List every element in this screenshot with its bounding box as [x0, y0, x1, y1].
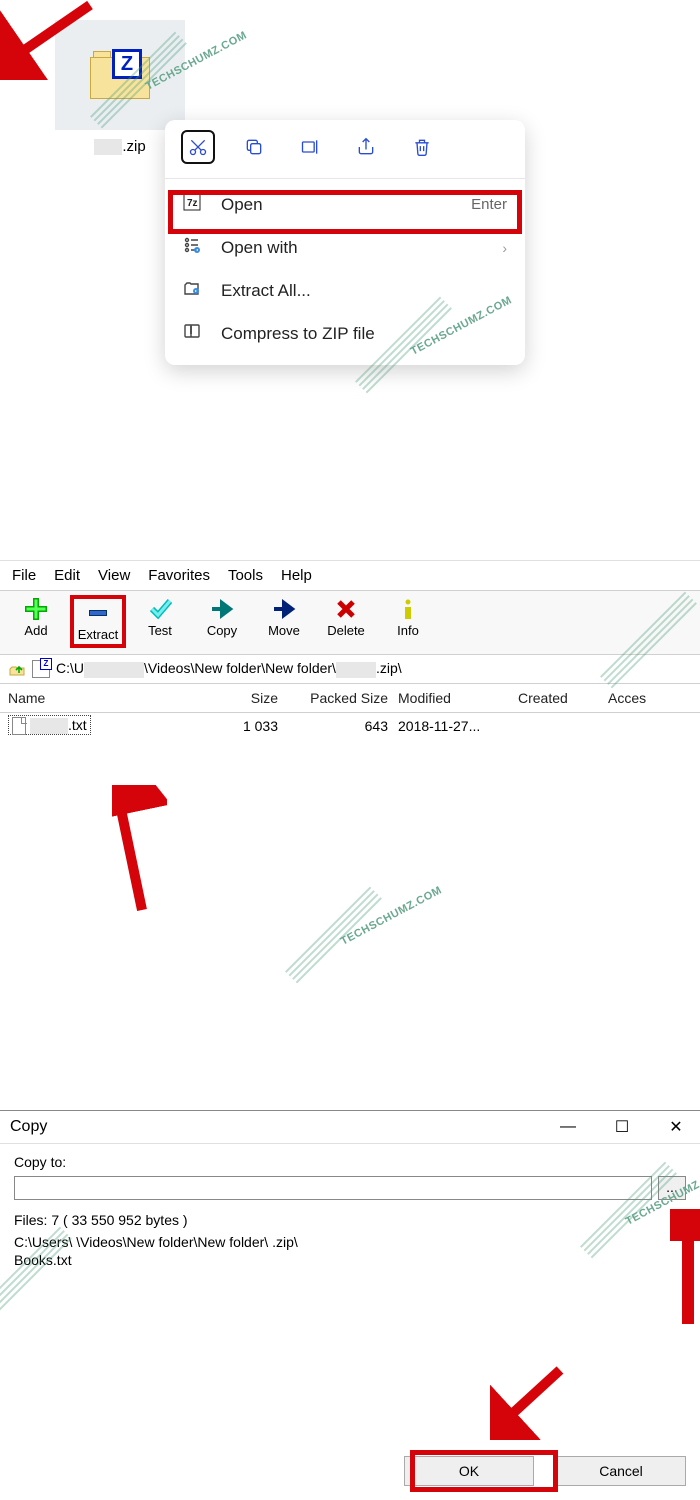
red-arrow	[112, 785, 167, 915]
info-icon	[396, 597, 420, 621]
toolbar-test[interactable]: Test	[132, 595, 188, 640]
menu-favorites[interactable]: Favorites	[148, 567, 210, 584]
file-line: Books.txt	[14, 1252, 686, 1268]
ok-button[interactable]: OK	[404, 1456, 534, 1486]
menubar: File Edit View Favorites Tools Help	[0, 561, 700, 590]
menu-item-open[interactable]: 7z Open Enter	[165, 183, 525, 226]
dialog-title: Copy	[10, 1118, 47, 1136]
cancel-button[interactable]: Cancel	[556, 1456, 686, 1486]
col-created[interactable]: Created	[518, 690, 608, 706]
files-info: Files: 7 ( 33 550 952 bytes )	[14, 1212, 686, 1228]
col-name[interactable]: Name	[8, 690, 188, 706]
compress-label: Compress to ZIP file	[221, 324, 375, 344]
copy-to-input[interactable]	[14, 1176, 652, 1200]
menu-item-extract-all[interactable]: Extract All...	[165, 269, 525, 312]
context-toolbar	[165, 120, 525, 174]
x-icon	[334, 597, 358, 621]
toolbar-extract[interactable]: Extract	[70, 595, 126, 648]
list-header: Name Size Packed Size Modified Created A…	[0, 684, 700, 713]
path-text[interactable]: C:\U\Videos\New folder\New folder\.zip\	[56, 660, 402, 677]
context-menu-section: Z .zip 7z Open Enter Open with › Extract	[0, 0, 700, 400]
close-button[interactable]: ✕	[662, 1117, 690, 1137]
7z-icon: 7z	[183, 193, 207, 216]
maximize-button[interactable]: ☐	[608, 1117, 636, 1137]
toolbar-move[interactable]: Move	[256, 595, 312, 640]
compress-icon	[183, 322, 207, 345]
arrow-right-dark-icon	[272, 597, 296, 621]
extract-all-label: Extract All...	[221, 281, 311, 301]
menu-help[interactable]: Help	[281, 567, 312, 584]
arrow-right-blue-icon	[210, 597, 234, 621]
up-folder-icon[interactable]	[8, 660, 26, 678]
check-icon	[148, 597, 172, 621]
red-arrow	[670, 1209, 700, 1329]
menu-edit[interactable]: Edit	[54, 567, 80, 584]
svg-text:7z: 7z	[187, 198, 198, 209]
copy-to-label: Copy to:	[14, 1154, 686, 1170]
toolbar-info[interactable]: Info	[380, 595, 436, 640]
menu-item-open-with[interactable]: Open with ›	[165, 226, 525, 269]
col-packed[interactable]: Packed Size	[288, 690, 398, 706]
toolbar-delete[interactable]: Delete	[318, 595, 374, 640]
red-arrow	[490, 1360, 570, 1440]
col-acces[interactable]: Acces	[608, 690, 692, 706]
open-shortcut: Enter	[471, 196, 507, 213]
copy-dialog: Copy — ☐ ✕ Copy to: ... Files: 7 ( 33 55…	[0, 1110, 700, 1500]
toolbar: Add Extract Test Copy Move Delete Info	[0, 591, 700, 655]
open-with-icon	[183, 236, 207, 259]
toolbar-copy[interactable]: Copy	[194, 595, 250, 640]
rename-icon[interactable]	[293, 130, 327, 164]
path-line: C:\Users\ \Videos\New folder\New folder\…	[14, 1234, 686, 1250]
share-icon[interactable]	[349, 130, 383, 164]
dialog-titlebar: Copy — ☐ ✕	[0, 1111, 700, 1144]
toolbar-add[interactable]: Add	[8, 595, 64, 640]
table-row[interactable]: .txt 1 033 643 2018-11-27...	[0, 713, 700, 739]
col-size[interactable]: Size	[188, 690, 288, 706]
cut-icon[interactable]	[181, 130, 215, 164]
archive-icon	[32, 660, 50, 678]
delete-icon[interactable]	[405, 130, 439, 164]
chevron-right-icon: ›	[502, 240, 507, 256]
copy-icon[interactable]	[237, 130, 271, 164]
text-file-icon	[12, 717, 26, 735]
extract-all-icon	[183, 279, 207, 302]
minimize-button[interactable]: —	[554, 1118, 582, 1136]
plus-icon	[24, 597, 48, 621]
menu-tools[interactable]: Tools	[228, 567, 263, 584]
red-arrow	[0, 0, 90, 65]
col-modified[interactable]: Modified	[398, 690, 518, 706]
path-bar: C:\U\Videos\New folder\New folder\.zip\	[0, 655, 700, 684]
open-with-label: Open with	[221, 238, 298, 258]
context-menu: 7z Open Enter Open with › Extract All...…	[165, 120, 525, 365]
open-label: Open	[221, 195, 263, 215]
menu-file[interactable]: File	[12, 567, 36, 584]
menu-view[interactable]: View	[98, 567, 130, 584]
minus-icon	[86, 601, 110, 625]
7zip-window: File Edit View Favorites Tools Help Add …	[0, 560, 700, 970]
